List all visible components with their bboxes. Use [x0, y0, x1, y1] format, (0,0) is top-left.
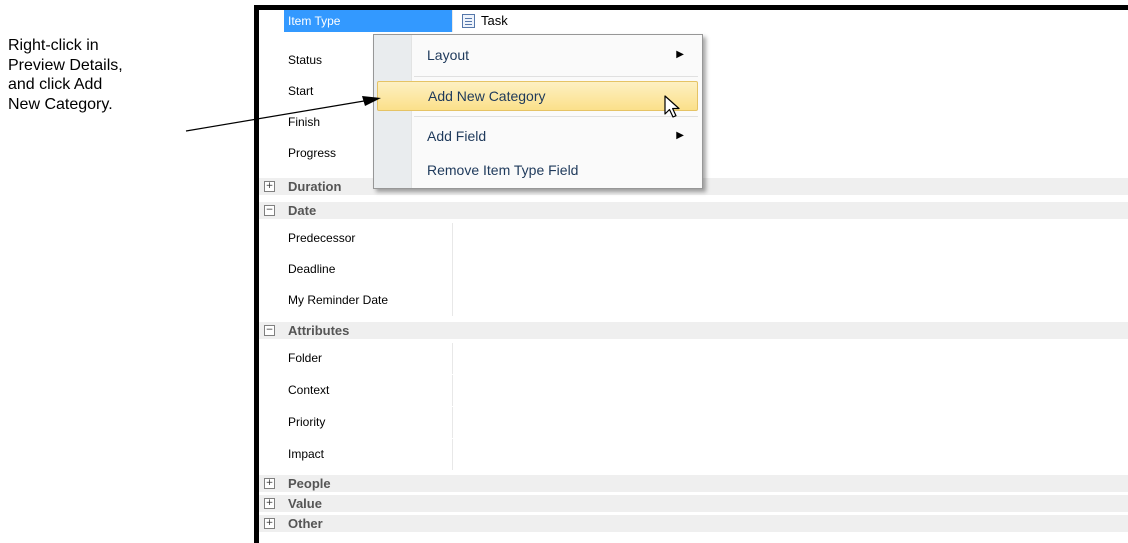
- field-label: Folder: [284, 343, 452, 374]
- field-label: Item Type: [284, 10, 452, 32]
- field-label: My Reminder Date: [284, 285, 452, 316]
- menu-item-label: Add New Category: [428, 88, 546, 104]
- category-attributes[interactable]: − Attributes: [259, 322, 1128, 339]
- field-row-predecessor[interactable]: Predecessor: [259, 223, 1128, 254]
- callout-line: Right-click in: [8, 37, 99, 54]
- menu-icon-strip: [374, 35, 412, 188]
- field-row-deadline[interactable]: Deadline: [259, 254, 1128, 285]
- category-label: People: [288, 476, 331, 491]
- field-row-my-reminder-date[interactable]: My Reminder Date: [259, 285, 1128, 316]
- mouse-pointer-icon: [664, 95, 680, 118]
- menu-separator: [414, 76, 698, 77]
- expand-icon[interactable]: +: [264, 498, 275, 509]
- callout-text: Right-click in Preview Details, and clic…: [8, 36, 208, 114]
- menu-item-add-field[interactable]: Add Field ▶: [414, 121, 698, 151]
- field-row-context[interactable]: Context: [259, 375, 1128, 406]
- menu-item-layout[interactable]: Layout ▶: [414, 40, 698, 70]
- field-row-impact[interactable]: Impact: [259, 439, 1128, 470]
- category-label: Duration: [288, 179, 342, 194]
- field-row-priority[interactable]: Priority: [259, 407, 1128, 438]
- field-label: Impact: [284, 439, 452, 470]
- field-label: Priority: [284, 407, 452, 438]
- field-row-folder[interactable]: Folder: [259, 343, 1128, 374]
- expand-icon[interactable]: +: [264, 518, 275, 529]
- field-label: Context: [284, 375, 452, 406]
- callout-line: and click Add: [8, 76, 103, 93]
- menu-item-label: Remove Item Type Field: [427, 162, 579, 178]
- menu-item-add-new-category[interactable]: Add New Category: [377, 81, 698, 111]
- collapse-icon[interactable]: −: [264, 325, 275, 336]
- submenu-arrow-icon: ▶: [676, 49, 684, 60]
- menu-item-remove-item-type-field[interactable]: Remove Item Type Field: [414, 155, 698, 185]
- category-date[interactable]: − Date: [259, 202, 1128, 219]
- expand-icon[interactable]: +: [264, 478, 275, 489]
- menu-item-label: Layout: [427, 47, 470, 63]
- menu-item-label: Add Field: [427, 128, 487, 144]
- field-value: Task: [481, 13, 508, 28]
- expand-icon[interactable]: +: [264, 181, 275, 192]
- context-menu: Layout ▶ Add New Category Add Field ▶ Re…: [373, 34, 703, 189]
- category-people[interactable]: + People: [259, 475, 1128, 492]
- category-label: Other: [288, 516, 323, 531]
- menu-separator: [414, 116, 698, 117]
- category-label: Date: [288, 203, 317, 218]
- category-other[interactable]: + Other: [259, 515, 1128, 532]
- callout-line: New Category.: [8, 95, 113, 113]
- task-icon: [462, 14, 475, 28]
- category-label: Attributes: [288, 323, 350, 338]
- collapse-icon[interactable]: −: [264, 205, 275, 216]
- field-label: Predecessor: [284, 223, 452, 254]
- callout-line: Preview Details,: [8, 56, 123, 74]
- category-label: Value: [288, 496, 322, 511]
- field-label: Deadline: [284, 254, 452, 285]
- category-value[interactable]: + Value: [259, 495, 1128, 512]
- submenu-arrow-icon: ▶: [676, 130, 684, 141]
